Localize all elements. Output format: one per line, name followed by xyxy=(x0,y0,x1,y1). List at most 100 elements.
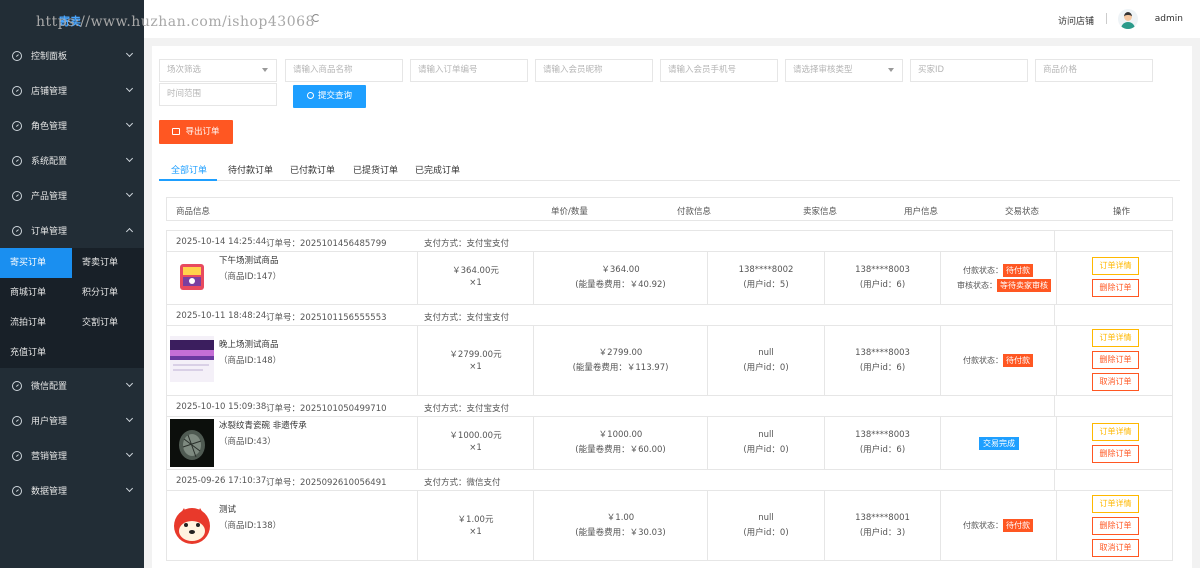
pay-amount: ￥2799.00 xyxy=(598,348,643,358)
payment-cell: ￥1000.00 (能量卷费用：￥60.00) xyxy=(534,417,708,469)
product-cell: 晚上场测试商品 （商品ID:148） xyxy=(167,326,418,395)
status-badge: 待付款 xyxy=(1003,519,1033,532)
status-cell: 付款状态： 待付款 审核状态： 等待卖家审核 xyxy=(941,252,1057,304)
dashboard-icon xyxy=(12,120,22,131)
avatar[interactable] xyxy=(1118,9,1138,29)
delete-order-button[interactable]: 删除订单 xyxy=(1092,351,1139,369)
order-detail-button[interactable]: 订单详情 xyxy=(1092,329,1139,347)
quantity: ×1 xyxy=(469,443,482,453)
chevron-down-icon xyxy=(125,379,134,388)
scrollbar[interactable] xyxy=(1192,46,1200,568)
cancel-order-button[interactable]: 取消订单 xyxy=(1092,539,1139,557)
submenu-points[interactable]: 积分订单 xyxy=(72,278,144,308)
cancel-order-button[interactable]: 取消订单 xyxy=(1092,373,1139,391)
dashboard-icon xyxy=(12,155,22,166)
order-tabs: 全部订单 待付款订单 已付款订单 已提货订单 已完成订单 xyxy=(159,154,1180,181)
payment-cell: ￥1.00 (能量卷费用：￥30.03) xyxy=(534,491,708,560)
price-qty-cell: ￥364.00元 ×1 xyxy=(418,252,534,304)
order-detail-button[interactable]: 订单详情 xyxy=(1092,423,1139,441)
order-header-op-cell xyxy=(1054,230,1172,252)
trade-status: 交易完成 xyxy=(979,437,1019,450)
order-header-op-cell xyxy=(1054,395,1172,417)
order-time: 2025-09-26 17:10:37 xyxy=(176,476,267,486)
seller-cell: 138****8002 (用户id：5) xyxy=(708,252,825,304)
tab-paid[interactable]: 已付款订单 xyxy=(290,163,335,176)
pay-amount: ￥1.00 xyxy=(606,513,635,523)
product-name-input[interactable]: 请输入商品名称 xyxy=(285,59,403,82)
submenu-consign-sell[interactable]: 寄卖订单 xyxy=(72,248,144,278)
member-nick-input[interactable]: 请输入会员昵称 xyxy=(535,59,653,82)
sidebar-item-data[interactable]: 数据管理 xyxy=(0,473,144,508)
sidebar-item-users[interactable]: 用户管理 xyxy=(0,403,144,438)
order-number: 订单号：2025092610056491 xyxy=(266,478,387,488)
table-row: 晚上场测试商品 （商品ID:148） ￥2799.00元 ×1 ￥2799.00… xyxy=(166,326,1173,396)
tab-unpaid[interactable]: 待付款订单 xyxy=(228,163,273,176)
delete-order-button[interactable]: 删除订单 xyxy=(1092,517,1139,535)
price-input[interactable]: 商品价格 xyxy=(1035,59,1153,82)
sidebar-item-marketing[interactable]: 营销管理 xyxy=(0,438,144,473)
tab-all[interactable]: 全部订单 xyxy=(171,163,207,176)
user-id: (用户id：6) xyxy=(859,363,906,373)
order-detail-button[interactable]: 订单详情 xyxy=(1092,495,1139,513)
export-orders-button[interactable]: 导出订单 xyxy=(159,120,233,144)
chevron-down-icon xyxy=(125,414,134,423)
submenu-settlement[interactable]: 交割订单 xyxy=(72,308,144,338)
user-cell: 138****8003 (用户id：6) xyxy=(825,252,941,304)
product-image xyxy=(170,504,214,548)
order-detail-button[interactable]: 订单详情 xyxy=(1092,257,1139,275)
status-cell: 付款状态： 待付款 xyxy=(941,326,1057,395)
sidebar-item-dashboard[interactable]: 控制面板 xyxy=(0,38,144,73)
tab-picked[interactable]: 已提货订单 xyxy=(353,163,398,176)
dashboard-icon xyxy=(12,380,22,391)
order-header: 2025-10-11 18:48:24 订单号：2025101156555553… xyxy=(166,304,1173,326)
user-name[interactable]: admin xyxy=(1155,14,1183,24)
buyer-id-input[interactable]: 买家ID xyxy=(910,59,1028,82)
product-image xyxy=(170,336,214,382)
order-no-input[interactable]: 请输入订单编号 xyxy=(410,59,528,82)
col-actions: 操作 xyxy=(1113,207,1131,217)
user-id: (用户id：6) xyxy=(859,280,906,290)
sidebar-item-label: 产品管理 xyxy=(31,192,68,202)
seller-phone: 138****8002 xyxy=(738,265,794,275)
dropdown-arrow-icon xyxy=(888,68,894,72)
dashboard-icon xyxy=(12,50,22,61)
seller-phone: null xyxy=(758,513,774,523)
session-select[interactable]: 场次筛选 xyxy=(159,59,277,82)
pay-amount: ￥1000.00 xyxy=(598,430,643,440)
sidebar-item-orders[interactable]: 订单管理 xyxy=(0,213,144,248)
sidebar-item-system[interactable]: 系统配置 xyxy=(0,143,144,178)
submenu-mall[interactable]: 商城订单 xyxy=(0,278,72,308)
actions-cell: 订单详情 删除订单 取消订单 xyxy=(1057,326,1174,395)
price-qty-cell: ￥1.00元 ×1 xyxy=(418,491,534,560)
submit-search-button[interactable]: 提交查询 xyxy=(293,85,366,108)
tab-completed[interactable]: 已完成订单 xyxy=(415,163,460,176)
energy-fee: (能量卷费用：￥30.03) xyxy=(575,528,666,538)
table-row: 冰裂纹青瓷碗 非遗传承 （商品ID:43） ￥1000.00元 ×1 ￥1000… xyxy=(166,417,1173,470)
product-id: （商品ID:148） xyxy=(219,356,282,366)
time-range-input[interactable]: 时间范围 xyxy=(159,83,277,106)
product-image xyxy=(170,256,214,300)
visit-shop-link[interactable]: 访问店铺 xyxy=(1058,14,1094,27)
submenu-recharge[interactable]: 充值订单 xyxy=(0,338,72,368)
delete-order-button[interactable]: 删除订单 xyxy=(1092,279,1139,297)
audit-type-select[interactable]: 请选择审核类型 xyxy=(785,59,903,82)
submenu-consign-buy[interactable]: 寄买订单 xyxy=(0,248,72,278)
session-select-placeholder: 场次筛选 xyxy=(167,65,202,75)
member-phone-input[interactable]: 请输入会员手机号 xyxy=(660,59,778,82)
sidebar-item-wechat[interactable]: 微信配置 xyxy=(0,368,144,403)
sidebar-menu: 控制面板 店铺管理 角色管理 系统配置 产品管理 订单管理 寄买订单 寄卖订单 … xyxy=(0,38,144,508)
submenu-unsold[interactable]: 流拍订单 xyxy=(0,308,72,338)
user-phone: 138****8001 xyxy=(855,513,910,523)
sidebar-item-shop[interactable]: 店铺管理 xyxy=(0,73,144,108)
seller-cell: null (用户id：0) xyxy=(708,491,825,560)
delete-order-button[interactable]: 删除订单 xyxy=(1092,445,1139,463)
seller-cell: null (用户id：0) xyxy=(708,326,825,395)
table-header: 商品信息 单价/数量 付款信息 卖家信息 用户信息 交易状态 操作 xyxy=(166,197,1173,221)
sidebar-item-roles[interactable]: 角色管理 xyxy=(0,108,144,143)
pay-method: 支付方式：支付宝支付 xyxy=(424,313,510,323)
sidebar-item-label: 订单管理 xyxy=(31,227,68,237)
order-header-op-cell xyxy=(1054,304,1172,326)
pay-status: 付款状态： 待付款 xyxy=(963,264,1033,277)
sidebar-item-products[interactable]: 产品管理 xyxy=(0,178,144,213)
actions-cell: 订单详情 删除订单 xyxy=(1057,417,1174,469)
